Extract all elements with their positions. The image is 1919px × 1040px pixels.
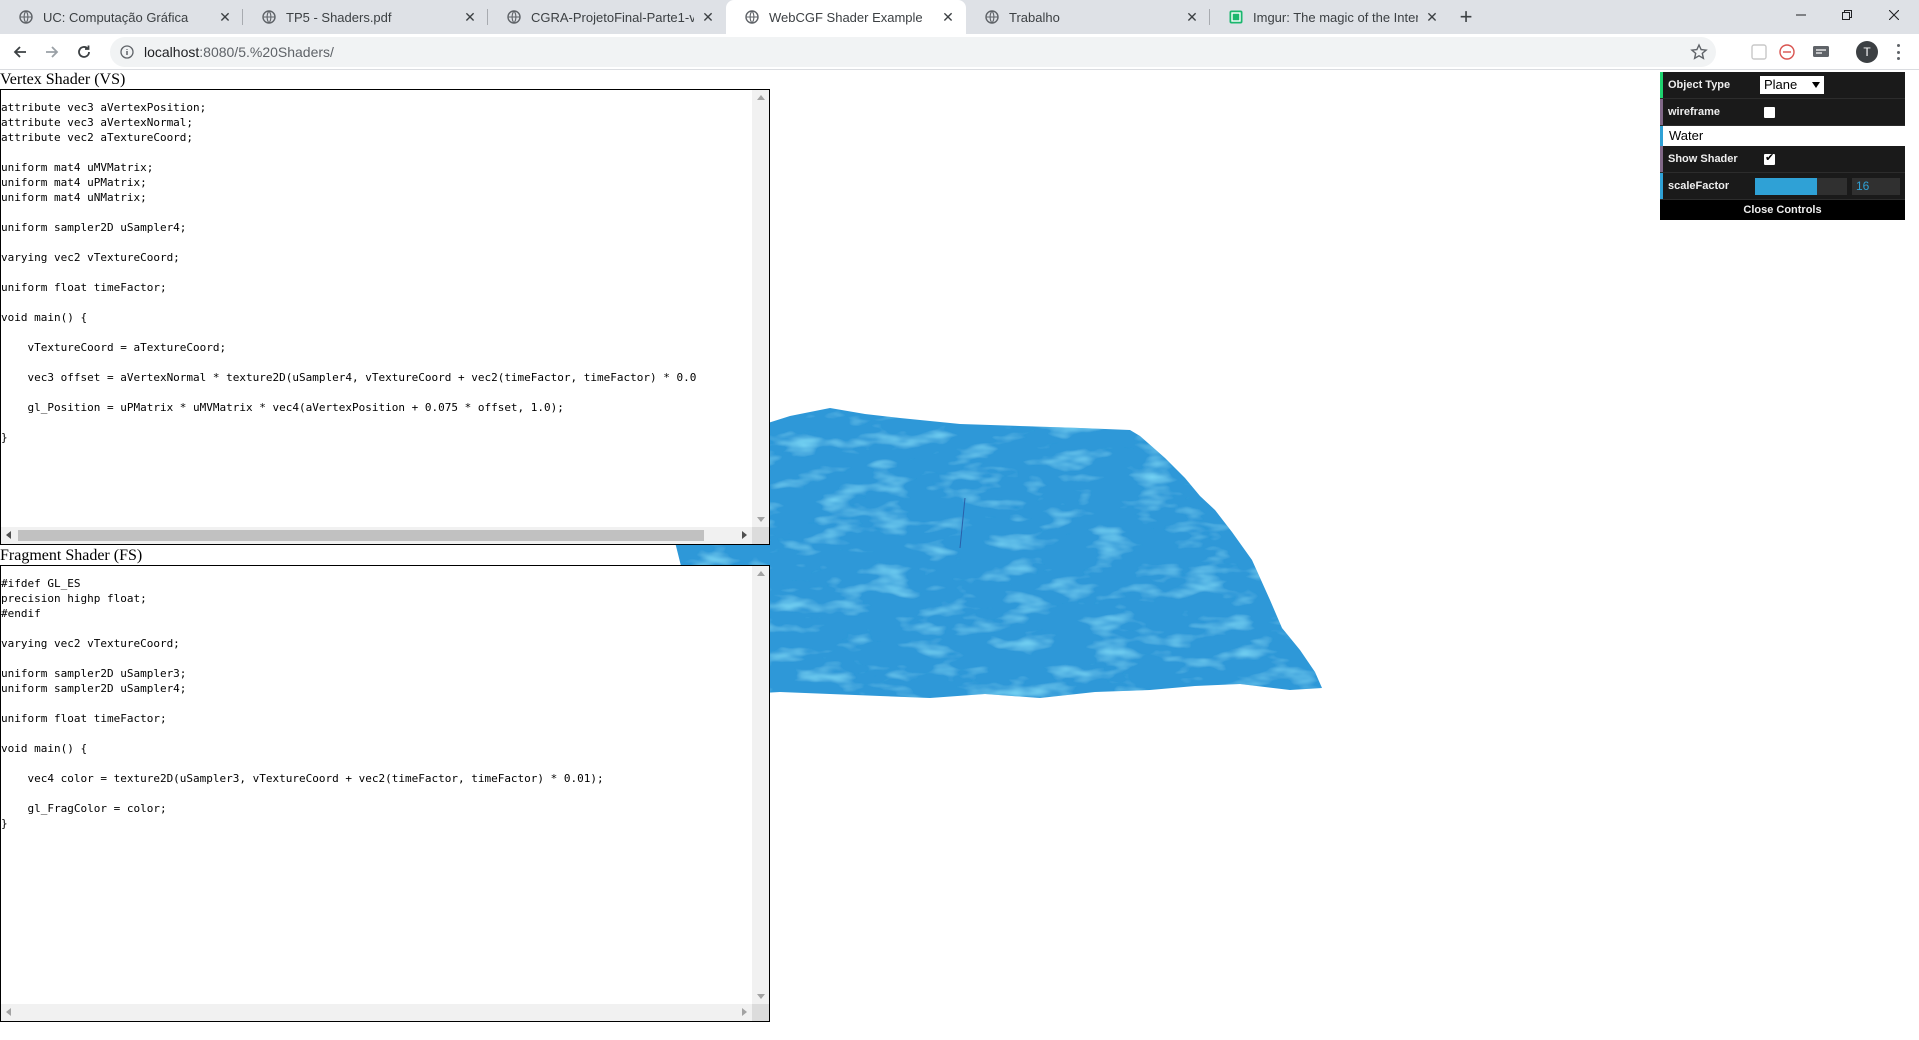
tab-title: TP5 - Shaders.pdf <box>286 9 392 25</box>
scrollbar-thumb[interactable] <box>18 530 704 541</box>
water-folder-title[interactable]: Water <box>1660 126 1905 146</box>
address-bar[interactable]: localhost:8080/5.%20Shaders/ <box>110 37 1716 67</box>
object-type-row: Object Type Plane <box>1660 72 1905 99</box>
show-shader-label: Show Shader <box>1668 153 1738 165</box>
tab-cgra-projeto[interactable]: CGRA-ProjetoFinal-Parte1-v1.0.pdf ✕ <box>488 0 726 34</box>
horizontal-scrollbar[interactable] <box>1 527 752 544</box>
globe-icon <box>261 9 277 25</box>
tab-uc-computacao-grafica[interactable]: UC: Computação Gráfica ✕ <box>0 0 243 34</box>
close-tab-icon[interactable]: ✕ <box>1184 9 1200 25</box>
fragment-shader-panel: #ifdef GL_ES precision highp float; #end… <box>0 565 770 1022</box>
info-icon[interactable] <box>118 43 136 61</box>
wireframe-row: wireframe <box>1660 99 1905 126</box>
fragment-shader-heading: Fragment Shader (FS) <box>0 547 143 564</box>
controls-panel: Object Type Plane wireframe Water Show S… <box>1660 72 1905 220</box>
tab-title: Imgur: The magic of the Internet <box>1253 9 1418 25</box>
chevron-down-icon <box>1812 82 1820 88</box>
tab-title: WebCGF Shader Example <box>769 9 923 25</box>
globe-icon <box>744 9 760 25</box>
vertical-scrollbar[interactable] <box>752 90 769 527</box>
slider-fill <box>1755 178 1817 195</box>
close-tab-icon[interactable]: ✕ <box>940 9 956 25</box>
object-type-value: Plane <box>1764 77 1798 92</box>
close-tab-icon[interactable]: ✕ <box>217 9 233 25</box>
tab-webcgf-shader-example[interactable]: WebCGF Shader Example ✕ <box>726 0 966 34</box>
vertical-scrollbar[interactable] <box>752 566 769 1004</box>
extension-icon[interactable] <box>1750 43 1768 61</box>
tab-strip: UC: Computação Gráfica ✕ TP5 - Shaders.p… <box>0 0 1919 34</box>
new-tab-button[interactable]: + <box>1452 0 1480 34</box>
scale-factor-row: scaleFactor 16 <box>1660 173 1905 200</box>
extension-icon[interactable] <box>1778 43 1796 61</box>
close-tab-icon[interactable]: ✕ <box>462 9 478 25</box>
browser-toolbar: localhost:8080/5.%20Shaders/ T <box>0 34 1919 70</box>
back-button[interactable] <box>6 38 34 66</box>
url-path: :8080/5.%20Shaders/ <box>199 44 334 60</box>
restore-button[interactable] <box>1824 0 1870 30</box>
object-type-label: Object Type <box>1668 79 1731 91</box>
scale-factor-slider[interactable] <box>1755 178 1847 195</box>
globe-icon <box>18 9 34 25</box>
scale-factor-label: scaleFactor <box>1668 180 1730 192</box>
browser-menu-icon[interactable] <box>1889 42 1907 62</box>
horizontal-scrollbar[interactable] <box>1 1004 752 1021</box>
extension-icon[interactable] <box>1812 43 1830 61</box>
tab-title: UC: Computação Gráfica <box>43 9 189 25</box>
tab-imgur[interactable]: Imgur: The magic of the Internet ✕ <box>1210 0 1450 34</box>
url-host: localhost <box>144 44 200 60</box>
imgur-icon <box>1228 9 1244 25</box>
avatar[interactable]: T <box>1856 41 1878 63</box>
scale-factor-input[interactable]: 16 <box>1852 178 1900 195</box>
bookmark-star-icon[interactable] <box>1690 43 1708 61</box>
show-shader-checkbox[interactable] <box>1764 151 1775 165</box>
vertex-shader-panel: attribute vec3 aVertexPosition; attribut… <box>0 89 770 545</box>
close-tab-icon[interactable]: ✕ <box>700 9 716 25</box>
reload-button[interactable] <box>70 38 98 66</box>
globe-icon <box>984 9 1000 25</box>
wireframe-label: wireframe <box>1668 106 1720 118</box>
vertex-shader-code[interactable]: attribute vec3 aVertexPosition; attribut… <box>1 90 752 527</box>
wireframe-checkbox[interactable] <box>1764 107 1775 118</box>
show-shader-row: Show Shader <box>1660 146 1905 173</box>
close-controls-button[interactable]: Close Controls <box>1660 200 1905 220</box>
vertex-shader-heading: Vertex Shader (VS) <box>0 71 126 88</box>
tab-tp5-shaders[interactable]: TP5 - Shaders.pdf ✕ <box>243 0 488 34</box>
tab-title: CGRA-ProjetoFinal-Parte1-v1.0.pdf <box>531 9 694 25</box>
tab-title: Trabalho <box>1009 9 1060 25</box>
forward-button[interactable] <box>38 38 66 66</box>
minimize-button[interactable] <box>1778 0 1824 30</box>
fragment-shader-code[interactable]: #ifdef GL_ES precision highp float; #end… <box>1 566 752 1004</box>
close-tab-icon[interactable]: ✕ <box>1424 9 1440 25</box>
object-type-select[interactable]: Plane <box>1760 76 1824 94</box>
close-window-button[interactable] <box>1871 0 1917 30</box>
globe-icon <box>506 9 522 25</box>
tab-trabalho[interactable]: Trabalho ✕ <box>966 0 1210 34</box>
